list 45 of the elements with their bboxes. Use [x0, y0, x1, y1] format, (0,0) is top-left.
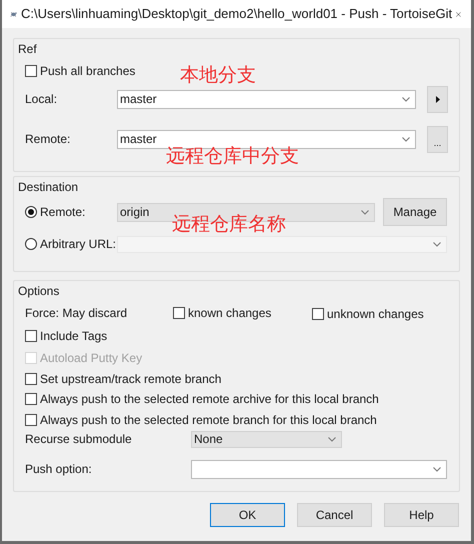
checkbox-label: Push all branches: [40, 62, 136, 80]
checkbox-label: Always push to the selected remote branch for this local branch: [40, 412, 377, 429]
caret-icon: [433, 242, 441, 247]
field-label: Local:: [25, 91, 58, 108]
radio-label: Arbitrary URL:: [40, 236, 116, 254]
checkbox[interactable]: [25, 393, 37, 406]
caret-icon: [402, 96, 410, 102]
manage-button[interactable]: Manage: [383, 198, 447, 226]
field-label: Push option:: [25, 461, 93, 478]
play-icon: [436, 96, 440, 103]
group-title: Destination: [18, 178, 78, 196]
caret-icon: [433, 466, 441, 472]
recurse-dropdown[interactable]: None: [191, 430, 342, 448]
checkbox[interactable]: [173, 306, 185, 319]
checkbox[interactable]: [25, 414, 37, 426]
checkbox-label: known changes: [188, 304, 272, 322]
play-button[interactable]: [427, 86, 448, 113]
radio-button[interactable]: [25, 238, 37, 250]
checkbox[interactable]: [312, 308, 324, 320]
force-label: Force: May discard: [25, 304, 128, 322]
caret-icon: [328, 436, 336, 442]
annotation-text: 本地分支: [180, 66, 256, 85]
group-title: Options: [18, 282, 60, 300]
group-title: Ref: [18, 40, 37, 58]
checkbox[interactable]: [25, 330, 37, 342]
local-branch-dropdown[interactable]: master: [117, 90, 416, 109]
dialog-button[interactable]: OK: [210, 503, 285, 527]
annotation-text: 远程仓库中分支: [166, 147, 299, 166]
dialog-button[interactable]: Help: [384, 503, 459, 527]
checkbox[interactable]: [25, 372, 37, 385]
dialog-button[interactable]: Cancel: [297, 503, 372, 527]
field-label: Recurse submodule: [25, 431, 133, 448]
radio-label: Remote:: [40, 204, 86, 222]
browse-button[interactable]: ...: [427, 126, 448, 153]
checkbox-label: Autoload Putty Key: [40, 350, 142, 367]
checkbox-label: Always push to the selected remote archive for this local branch: [40, 391, 379, 408]
checkbox-label: unknown changes: [327, 306, 424, 324]
caret-icon: [402, 136, 410, 142]
radio-button[interactable]: [25, 206, 37, 218]
window-title: C:\Users\linhuaming\Desktop\git_demo2\hello_world01 - Push - TortoiseGit: [21, 5, 452, 24]
caret-icon: [361, 210, 369, 215]
field-label: Remote:: [25, 131, 72, 148]
checkbox[interactable]: [25, 64, 37, 76]
checkbox-label: Include Tags: [40, 328, 108, 345]
checkbox-label: Set upstream/track remote branch: [40, 370, 222, 388]
